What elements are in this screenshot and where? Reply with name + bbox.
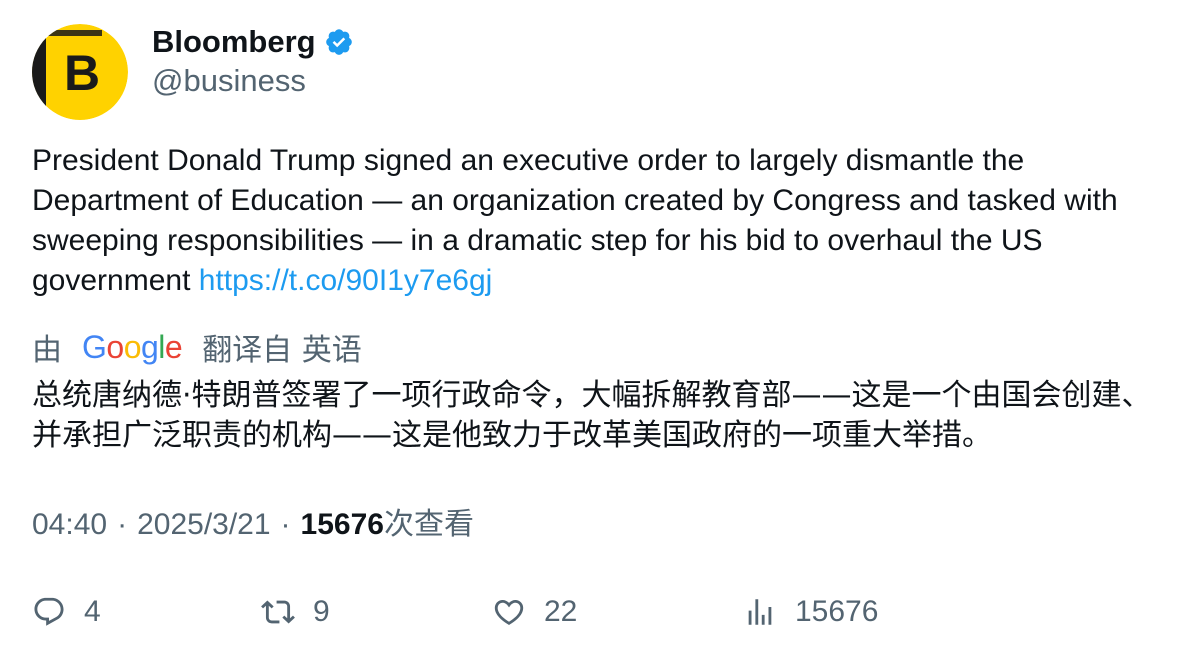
action-bar: 4 9 22 15676 [0, 590, 1196, 634]
view-count-label: 次查看 [383, 508, 474, 541]
avatar-letter: B [64, 45, 100, 101]
views-button[interactable]: 15676 [743, 590, 878, 634]
view-count: 15676 [300, 508, 384, 541]
retweet-icon [261, 600, 295, 624]
like-button[interactable]: 22 [492, 590, 577, 634]
verified-badge-icon [324, 27, 354, 57]
analytics-icon [748, 599, 772, 625]
reply-count: 4 [84, 595, 101, 628]
tweet-body: President Donald Trump signed an executi… [32, 144, 1118, 297]
google-logo-icon: Google [82, 328, 183, 365]
translation-prefix: 由 [32, 333, 62, 368]
retweet-count: 9 [313, 595, 330, 628]
translation-suffix: 翻译自 英语 [202, 333, 362, 368]
heart-icon [494, 599, 524, 625]
like-count: 22 [544, 595, 578, 628]
author-name[interactable]: Bloomberg [152, 24, 316, 60]
bloomberg-logo-icon: B [32, 24, 128, 120]
author-name-row[interactable]: Bloomberg [152, 24, 354, 60]
avatar[interactable]: B [32, 24, 128, 120]
views-count: 15676 [795, 595, 879, 628]
reply-icon [34, 597, 64, 626]
separator: · [117, 508, 128, 541]
tweet-meta: 04:40 · 2025/3/21 · 15676 次查看 [32, 505, 474, 545]
reply-button[interactable]: 4 [32, 590, 101, 634]
translation-attribution: 由 Google 翻译自 英语 [32, 327, 362, 369]
tweet-date[interactable]: 2025/3/21 [137, 505, 270, 545]
author-handle[interactable]: @business [152, 63, 306, 99]
tweet-time[interactable]: 04:40 [32, 505, 107, 545]
tweet-text: President Donald Trump signed an executi… [32, 141, 1172, 301]
tweet-link[interactable]: https://t.co/90I1y7e6gj [199, 264, 493, 297]
separator: · [280, 508, 291, 541]
translated-text: 总统唐纳德·特朗普签署了一项行政命令，大幅拆解教育部——这是一个由国会创建、并承… [32, 378, 1152, 453]
retweet-button[interactable]: 9 [261, 590, 330, 634]
